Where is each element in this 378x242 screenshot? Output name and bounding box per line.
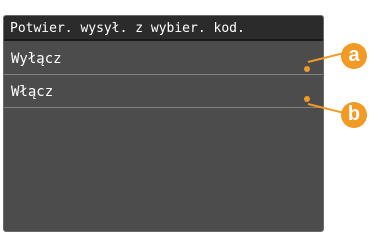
callout-a-badge: a	[341, 43, 367, 69]
callout-b-pointer-dot	[304, 96, 310, 102]
empty-list-area	[4, 109, 323, 231]
screen-title: Potwier. wysył. z wybier. kod.	[4, 16, 323, 41]
callout-b-badge: b	[341, 102, 367, 128]
callout-a-pointer-dot	[304, 66, 310, 72]
device-screen: Potwier. wysył. z wybier. kod. Wyłącz Wł…	[3, 15, 324, 232]
menu-item-wlacz[interactable]: Włącz	[4, 76, 323, 108]
menu-item-wylacz[interactable]: Wyłącz	[4, 43, 323, 75]
